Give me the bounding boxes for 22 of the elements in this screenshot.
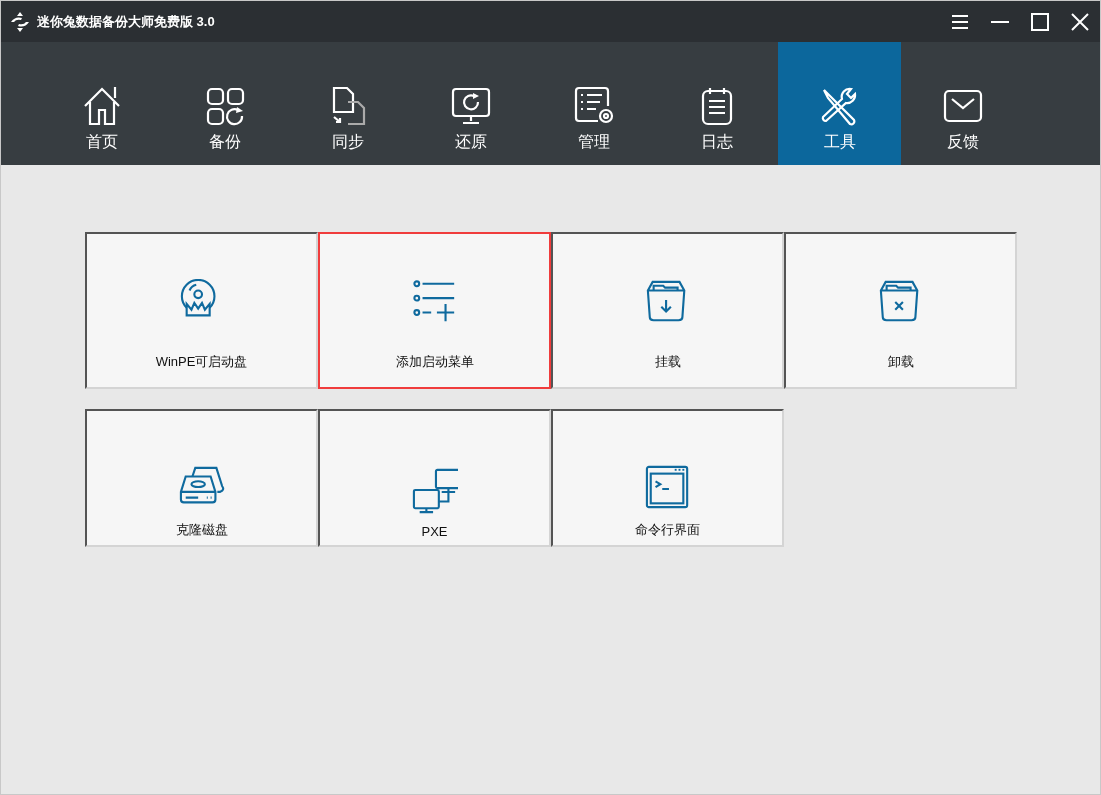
nav-tab[interactable]: 工具: [778, 42, 901, 165]
tool-tile[interactable]: 添加启动菜单: [318, 232, 551, 389]
tool-tile[interactable]: 挂载: [551, 232, 784, 389]
nav-tab[interactable]: 首页: [40, 42, 163, 165]
tool-tile[interactable]: 克隆磁盘: [85, 409, 318, 547]
tool-tile[interactable]: 命令行界面: [551, 409, 784, 547]
nav-tab[interactable]: 日志: [655, 42, 778, 165]
nav-tab[interactable]: 管理: [532, 42, 655, 165]
list-gear-icon: [573, 86, 614, 126]
tool-tile[interactable]: PXE: [318, 409, 551, 547]
monitor-icon: [450, 86, 491, 126]
nav-tab[interactable]: 同步: [286, 42, 409, 165]
window-title: 迷你兔数据备份大师免费版 3.0: [37, 12, 216, 31]
nav-tab[interactable]: 反馈: [901, 42, 1024, 165]
terminal-icon: [644, 465, 691, 511]
nav-tab[interactable]: 还原: [409, 42, 532, 165]
grid-icon: [204, 86, 245, 126]
tool-tile[interactable]: 卸载: [784, 232, 1017, 389]
network-computers-icon: [411, 468, 458, 514]
nav-tab[interactable]: 备份: [163, 42, 286, 165]
app-logo-icon: [9, 10, 31, 33]
tool-tile[interactable]: WinPE可启动盘: [85, 232, 318, 389]
